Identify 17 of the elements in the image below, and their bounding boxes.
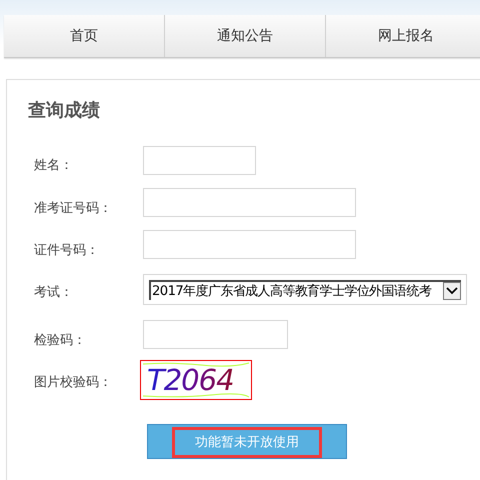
text-field[interactable] bbox=[143, 230, 356, 259]
panel-title: 查询成绩 bbox=[28, 99, 100, 122]
field-label: 准考证号码： bbox=[33, 200, 113, 217]
field-label: 考试： bbox=[33, 284, 74, 301]
nav-tab[interactable]: 网上报名 bbox=[326, 15, 480, 57]
nav-tab[interactable]: 首页 bbox=[4, 15, 165, 57]
text-field[interactable] bbox=[143, 188, 356, 217]
field-label: 证件号码： bbox=[33, 242, 100, 259]
field-label: 图片校验码： bbox=[33, 374, 113, 391]
text-field[interactable] bbox=[143, 320, 288, 349]
text-field[interactable] bbox=[143, 146, 256, 175]
field-label: 姓名： bbox=[33, 157, 74, 174]
chevron-down-icon bbox=[446, 287, 458, 295]
exam-dropdown[interactable]: 2017年度广东省成人高等教育学士学位外国语统考 bbox=[149, 280, 461, 300]
captcha-image: T2064 bbox=[140, 360, 252, 400]
nav-tab[interactable]: 通知公告 bbox=[165, 15, 326, 57]
field-label: 检验码： bbox=[33, 332, 87, 349]
